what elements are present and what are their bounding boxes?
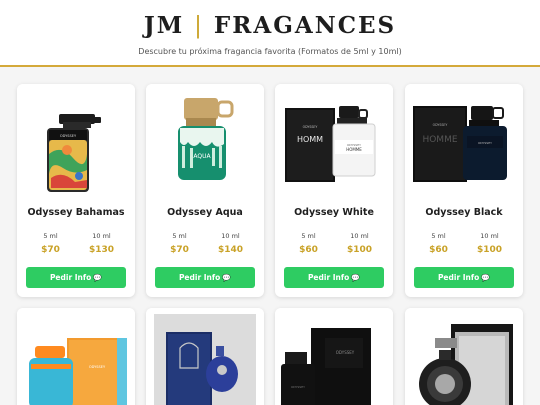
product-card: ODYSSEY ODYSSEY	[275, 308, 393, 405]
request-info-label: Pedir Info	[49, 273, 92, 282]
request-info-label: Pedir Info	[178, 273, 221, 282]
request-info-button[interactable]: Pedir Info 💬	[284, 267, 384, 288]
price-value: $70	[170, 245, 189, 255]
chat-bubble-icon: 💬	[351, 274, 361, 282]
request-info-button[interactable]: Pedir Info 💬	[155, 267, 255, 288]
request-info-button[interactable]: Pedir Info 💬	[26, 267, 126, 288]
price-table: 5 ml $70 10 ml $130	[17, 232, 135, 255]
product-card: AQUA Odyssey Aqua 5 ml $70 10 ml $140 Pedi…	[146, 84, 264, 297]
product-image[interactable]	[146, 308, 264, 405]
product-image[interactable]	[405, 308, 523, 405]
svg-text:ODYSSEY: ODYSSEY	[303, 125, 318, 129]
price-value: $60	[299, 245, 318, 255]
brand-separator: |	[194, 13, 204, 39]
product-image[interactable]: ODYSSEY HOMM ODYSSEY HOMME	[275, 84, 393, 196]
size-label: 5 ml	[43, 232, 58, 240]
svg-text:ODYSSEY: ODYSSEY	[291, 385, 305, 389]
product-image[interactable]: ODYSSEY	[17, 84, 135, 196]
brand-logo[interactable]: JM | FRAGANCES	[0, 0, 540, 40]
page-subtitle: Descubre tu próxima fragancia favorita (…	[138, 47, 402, 56]
price-value: $130	[88, 245, 115, 255]
product-card: ODYSSEY	[17, 308, 135, 405]
product-name: Odyssey Bahamas	[27, 207, 125, 218]
request-info-label: Pedir Info	[437, 273, 480, 282]
price-table: 5 ml $70 10 ml $140	[146, 232, 264, 255]
product-card: ODYSSEY Odyssey Bahamas 5 ml $70 10 ml $13…	[17, 84, 135, 297]
product-name: Odyssey Black	[425, 207, 503, 218]
size-label: 10 ml	[221, 232, 240, 240]
svg-text:ODYSSEY: ODYSSEY	[433, 123, 448, 127]
svg-text:ODYSSEY: ODYSSEY	[89, 365, 106, 369]
product-card: ODYSSEY HOMME ODYSSEY Odyssey Black 5 ml…	[405, 84, 523, 297]
request-info-button[interactable]: Pedir Info 💬	[414, 267, 514, 288]
product-card	[405, 308, 523, 405]
product-name: Odyssey Aqua	[167, 207, 243, 218]
chat-bubble-icon: 💬	[481, 274, 491, 282]
product-image[interactable]: ODYSSEY ODYSSEY	[275, 308, 393, 405]
brand-right: FRAGANCES	[213, 12, 397, 39]
svg-text:ODYSSEY: ODYSSEY	[60, 134, 77, 138]
price-table: 5 ml $60 10 ml $100	[405, 232, 523, 255]
svg-text:ODYSSEY: ODYSSEY	[478, 141, 492, 145]
svg-text:ODYSSEY: ODYSSEY	[336, 350, 355, 355]
svg-text:HOMM: HOMM	[297, 135, 323, 144]
price-value: $60	[429, 245, 448, 255]
site-header: JM | FRAGANCES Descubre tu próxima fraganc…	[0, 0, 540, 67]
price-value: $140	[217, 245, 244, 255]
product-card	[146, 308, 264, 405]
chat-bubble-icon: 💬	[93, 274, 103, 282]
svg-text:HOMME: HOMME	[346, 147, 362, 152]
price-table: 5 ml $60 10 ml $100	[275, 232, 393, 255]
product-image[interactable]: AQUA	[146, 84, 264, 196]
size-label: 5 ml	[172, 232, 187, 240]
product-image[interactable]: ODYSSEY HOMME ODYSSEY	[405, 84, 523, 196]
request-info-label: Pedir Info	[307, 273, 350, 282]
svg-text:AQUA: AQUA	[193, 153, 211, 160]
size-label: 10 ml	[480, 232, 499, 240]
size-label: 5 ml	[431, 232, 446, 240]
size-label: 10 ml	[92, 232, 111, 240]
svg-text:HOMME: HOMME	[422, 135, 457, 145]
size-label: 10 ml	[350, 232, 369, 240]
product-name: Odyssey White	[294, 207, 374, 218]
brand-left: JM	[143, 12, 185, 39]
price-value: $100	[476, 245, 503, 255]
price-value: $70	[41, 245, 60, 255]
price-value: $100	[346, 245, 373, 255]
product-card: ODYSSEY HOMM ODYSSEY HOMME Odyssey White…	[275, 84, 393, 297]
product-image[interactable]: ODYSSEY	[17, 308, 135, 405]
chat-bubble-icon: 💬	[222, 274, 232, 282]
size-label: 5 ml	[301, 232, 316, 240]
